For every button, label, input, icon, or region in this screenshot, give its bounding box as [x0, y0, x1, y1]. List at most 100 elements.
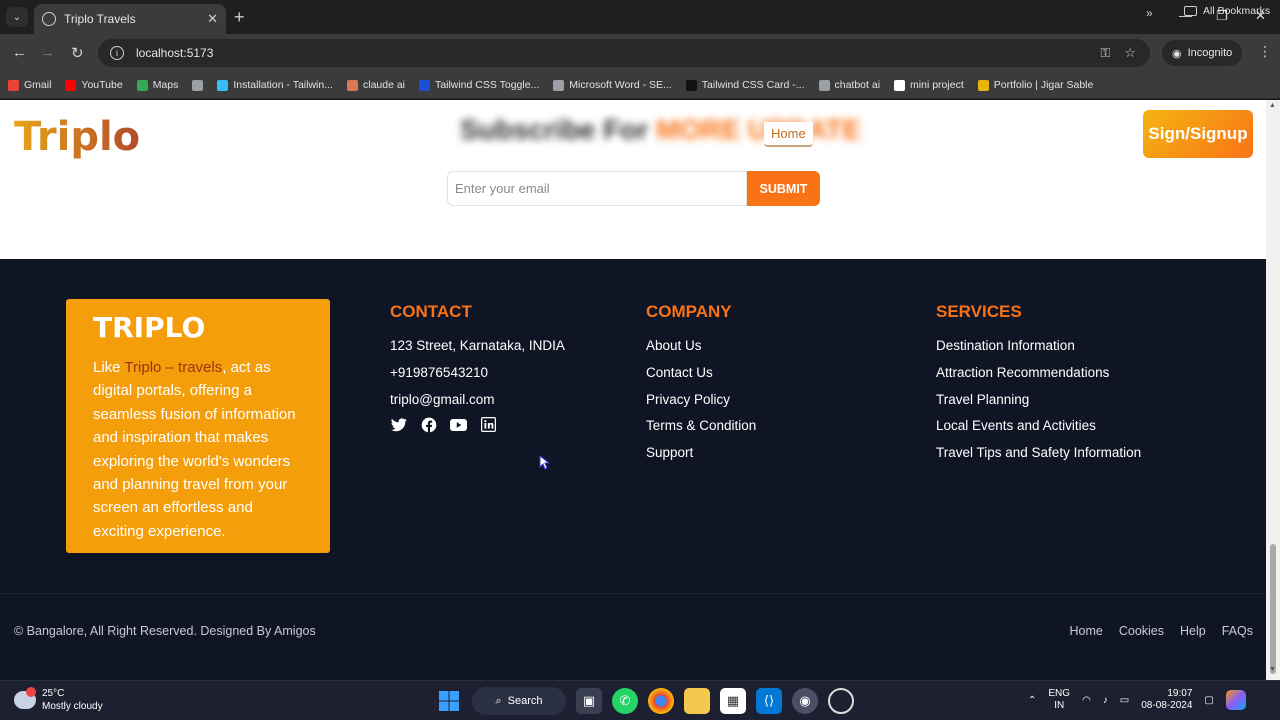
notification-icon[interactable]: ▢	[1204, 695, 1213, 706]
chrome-icon[interactable]	[648, 688, 674, 714]
bookmark-favicon-icon	[977, 79, 989, 91]
volume-icon[interactable]: ♪	[1103, 695, 1108, 706]
bookmark-item[interactable]: Microsoft Word - SE...	[553, 79, 672, 91]
bookmark-label: Installation - Tailwin...	[233, 79, 333, 91]
bottom-link-faqs[interactable]: FAQs	[1222, 624, 1253, 638]
bookmark-item[interactable]: claude ai	[346, 79, 405, 91]
facebook-icon[interactable]	[420, 416, 437, 433]
new-tab-button[interactable]: +	[234, 7, 245, 27]
bookmark-item[interactable]: Portfolio | Jigar Sable	[977, 79, 1093, 91]
bookmark-item[interactable]: mini project	[894, 79, 964, 91]
bookmark-item[interactable]: chatbot ai	[818, 79, 881, 91]
service-travel-planning[interactable]: Travel Planning	[936, 387, 1141, 414]
bookmark-label: chatbot ai	[834, 79, 881, 91]
bottom-link-help[interactable]: Help	[1180, 624, 1206, 638]
email-input[interactable]	[447, 171, 747, 206]
browser-menu-icon[interactable]: ⋮	[1258, 43, 1272, 60]
obs-icon[interactable]	[828, 688, 854, 714]
taskbar-apps: ⌕ Search ▣ ✆ ▦ ⟨⟩ ◉	[436, 687, 854, 715]
service-destination-info[interactable]: Destination Information	[936, 333, 1141, 360]
password-key-icon[interactable]: ⚿	[1100, 45, 1110, 61]
all-bookmarks-button[interactable]: All Bookmarks	[1184, 5, 1270, 17]
contact-phone[interactable]: +919876543210	[390, 360, 565, 387]
contact-email[interactable]: triplo@gmail.com	[390, 387, 565, 414]
youtube-icon[interactable]	[450, 416, 467, 433]
footer-divider	[0, 593, 1266, 594]
site-logo[interactable]: Triplo	[14, 114, 140, 160]
incognito-label: Incognito	[1187, 47, 1233, 59]
services-title: SERVICES	[936, 302, 1022, 321]
task-view-icon[interactable]: ▣	[576, 688, 602, 714]
scroll-up-icon[interactable]: ▲	[1269, 102, 1276, 109]
site-info-icon[interactable]: i	[110, 46, 124, 60]
service-local-events[interactable]: Local Events and Activities	[936, 413, 1141, 440]
bookmark-favicon-icon	[419, 79, 431, 91]
subscribe-heading-text: Subscribe For	[460, 114, 649, 145]
browser-toolbar: ← → ↻ i localhost:5173 ⚿ ☆ ◉ Incognito ⋮	[0, 34, 1280, 72]
reload-icon[interactable]: ↻	[71, 44, 84, 62]
whatsapp-icon[interactable]: ✆	[612, 688, 638, 714]
page-scrollbar[interactable]: ▲ ▼	[1266, 100, 1280, 680]
company-link-contact[interactable]: Contact Us	[646, 360, 756, 387]
nav-home-link[interactable]: Home	[764, 122, 813, 147]
tab-close-icon[interactable]: ✕	[207, 11, 218, 27]
store-icon[interactable]: ▦	[720, 688, 746, 714]
browser-tab[interactable]: Triplo Travels ✕	[34, 4, 226, 34]
scroll-down-icon[interactable]: ▼	[1269, 666, 1276, 673]
weather-widget[interactable]: 25°C Mostly cloudy	[14, 687, 103, 713]
brand-desc-pre: Like	[93, 359, 125, 376]
twitter-icon[interactable]	[390, 416, 407, 433]
battery-icon[interactable]: ▭	[1120, 695, 1129, 706]
file-explorer-icon[interactable]	[684, 688, 710, 714]
vscode-icon[interactable]: ⟨⟩	[756, 688, 782, 714]
tab-title: Triplo Travels	[64, 12, 136, 26]
lang-top: ENG	[1048, 688, 1071, 699]
bookmark-item[interactable]: Gmail	[8, 79, 51, 91]
bookmark-item[interactable]: Installation - Tailwin...	[217, 79, 333, 91]
bookmark-item[interactable]: Maps	[136, 79, 179, 91]
forward-icon[interactable]: →	[40, 44, 55, 61]
bookmark-item[interactable]: YouTube	[65, 79, 123, 91]
copilot-icon[interactable]	[1225, 690, 1246, 710]
clock[interactable]: 19:07 08-08-2024	[1141, 688, 1192, 712]
incognito-badge[interactable]: ◉ Incognito	[1162, 40, 1243, 66]
tab-list-button[interactable]: ⌄	[6, 7, 28, 27]
brand-card: TRIPLO Like Triplo – travels, act as dig…	[66, 299, 330, 553]
address-bar[interactable]: i localhost:5173 ⚿ ☆	[98, 39, 1150, 67]
bookmark-item[interactable]: Tailwind CSS Card -...	[685, 79, 805, 91]
bookmark-item[interactable]: Tailwind CSS Toggle...	[419, 79, 539, 91]
signup-button[interactable]: Sign/Signup	[1143, 110, 1253, 158]
chrome-incognito-icon[interactable]: ◉	[792, 688, 818, 714]
social-links	[390, 416, 497, 433]
bookmark-item[interactable]	[192, 79, 204, 91]
company-link-privacy[interactable]: Privacy Policy	[646, 387, 756, 414]
back-icon[interactable]: ←	[12, 44, 27, 61]
language-indicator[interactable]: ENG IN	[1048, 688, 1070, 712]
clock-date: 08-08-2024	[1141, 700, 1193, 711]
company-link-about[interactable]: About Us	[646, 333, 756, 360]
bookmark-label: Tailwind CSS Card -...	[701, 79, 805, 91]
bottom-link-cookies[interactable]: Cookies	[1119, 624, 1164, 638]
windows-start-icon[interactable]	[436, 688, 462, 714]
bookmark-star-icon[interactable]: ☆	[1124, 45, 1136, 61]
taskbar-search[interactable]: ⌕ Search	[472, 687, 566, 715]
linkedin-icon[interactable]	[480, 416, 497, 433]
bookmark-label: Gmail	[24, 79, 52, 91]
company-link-support[interactable]: Support	[646, 440, 756, 467]
service-travel-tips[interactable]: Travel Tips and Safety Information	[936, 440, 1141, 467]
submit-button[interactable]: SUBMIT	[747, 171, 820, 206]
wifi-icon[interactable]: ◠	[1082, 695, 1091, 706]
bottom-link-home[interactable]: Home	[1070, 624, 1103, 638]
bookmark-favicon-icon	[553, 79, 565, 91]
bookmark-label: Maps	[152, 79, 179, 91]
brand-desc-highlight: Triplo – travels	[124, 359, 223, 376]
company-link-terms[interactable]: Terms & Condition	[646, 413, 756, 440]
bookmarks-overflow-icon[interactable]: »	[1146, 6, 1153, 20]
mouse-cursor-icon	[539, 455, 550, 470]
service-attractions[interactable]: Attraction Recommendations	[936, 360, 1141, 387]
tray-overflow-icon[interactable]: ⌃	[1028, 695, 1036, 706]
bookmarks-bar: Gmail YouTube Maps Installation - Tailwin..…	[0, 72, 1280, 99]
taskbar-search-label: Search	[507, 695, 543, 707]
brand-description: Like Triplo – travels, act as digital po…	[93, 356, 303, 543]
scrollbar-thumb[interactable]	[1270, 544, 1276, 674]
